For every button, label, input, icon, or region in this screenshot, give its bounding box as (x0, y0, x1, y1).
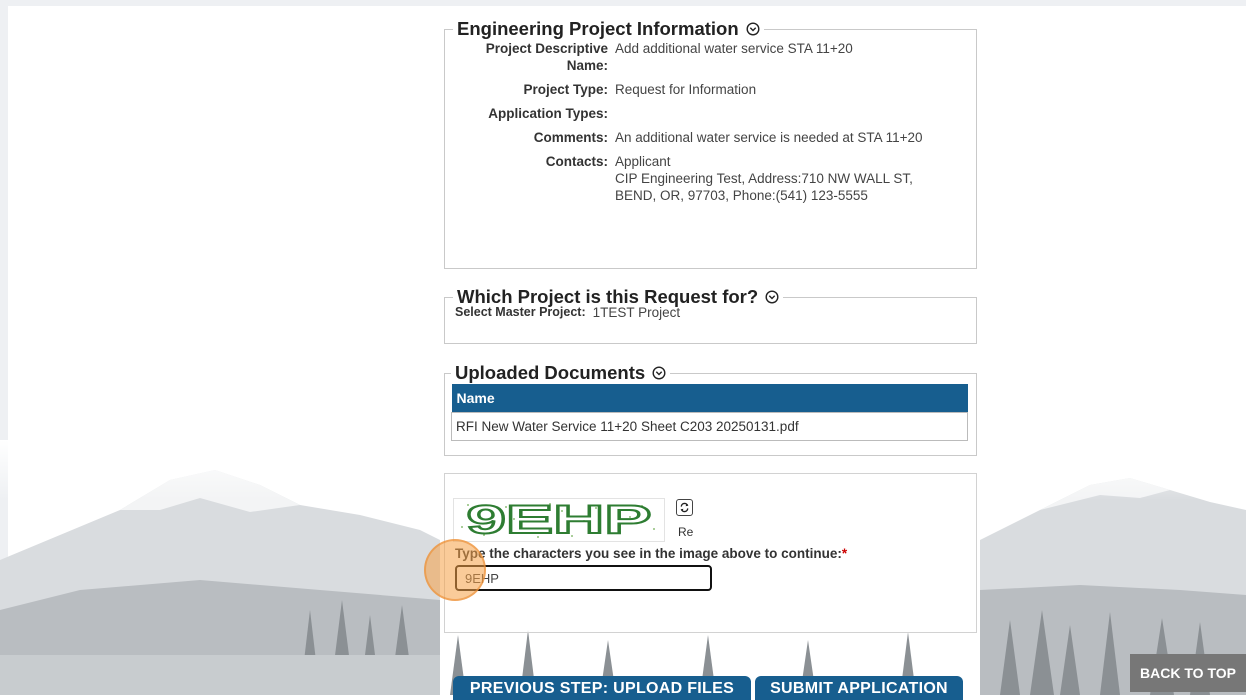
uploaded-documents-legend[interactable]: Uploaded Documents (451, 362, 670, 384)
captcha-refresh-label[interactable]: Re (678, 525, 693, 539)
field-label: Comments: (533, 130, 608, 145)
captcha-input[interactable] (455, 565, 712, 591)
field-label: Project Type: (523, 82, 608, 97)
contact-detail: CIP Engineering Test, Address:710 NW WAL… (615, 171, 913, 203)
field-contacts: Contacts: Applicant CIP Engineering Test… (455, 153, 966, 204)
back-to-top-button[interactable]: BACK TO TOP (1130, 654, 1246, 692)
field-master-project: Select Master Project: 1TEST Project (455, 304, 966, 321)
captcha-text: 9EHP (467, 498, 652, 542)
field-value: Request for Information (615, 82, 757, 97)
field-label: Select Master Project: (455, 305, 586, 319)
click-indicator (424, 539, 486, 601)
field-value (615, 105, 925, 122)
documents-table: Name RFI New Water Service 11+20 Sheet C… (451, 384, 968, 441)
document-name[interactable]: RFI New Water Service 11+20 Sheet C203 2… (451, 412, 968, 441)
collapse-chevron-icon[interactable] (765, 290, 779, 304)
contact-role: Applicant (615, 154, 671, 169)
field-label: Application Types: (488, 106, 608, 121)
field-application-types: Application Types: (455, 105, 966, 122)
captcha-image: 9EHP (453, 498, 665, 542)
field-project-type: Project Type: Request for Information (455, 81, 966, 98)
field-comments: Comments: An additional water service is… (455, 129, 966, 146)
captcha-refresh-button[interactable] (676, 499, 693, 516)
field-value: 1TEST Project (592, 305, 681, 320)
field-value: Add additional water service STA 11+20 (615, 41, 853, 56)
field-value: An additional water service is needed at… (615, 130, 923, 145)
collapse-chevron-icon[interactable] (652, 366, 666, 380)
engineering-project-legend[interactable]: Engineering Project Information (453, 18, 764, 40)
field-value: Applicant CIP Engineering Test, Address:… (615, 153, 925, 204)
captcha-prompt: Type the characters you see in the image… (455, 546, 847, 561)
field-label: Contacts: (545, 154, 608, 169)
table-row: RFI New Water Service 11+20 Sheet C203 2… (451, 412, 968, 441)
column-header-name[interactable]: Name (451, 384, 968, 413)
captcha-prompt-text: Type the characters you see in the image… (455, 546, 842, 561)
collapse-chevron-icon[interactable] (746, 22, 760, 36)
field-project-name: Project Descriptive Name: Add additional… (455, 40, 966, 74)
uploaded-documents-panel: Uploaded Documents Name RFI New Water Se… (444, 362, 977, 456)
uploaded-documents-title: Uploaded Documents (455, 362, 646, 383)
captcha-panel: 9EHP Re Type the characters you see in t… (444, 473, 977, 633)
engineering-project-title: Engineering Project Information (457, 18, 739, 39)
request-project-panel: Which Project is this Request for? Selec… (444, 286, 977, 344)
field-label: Project Descriptive Name: (485, 41, 608, 73)
submit-application-button[interactable]: SUBMIT APPLICATION (755, 676, 963, 700)
previous-step-button[interactable]: PREVIOUS STEP: UPLOAD FILES (453, 676, 751, 700)
refresh-icon (680, 502, 689, 513)
top-strip (0, 0, 1246, 6)
engineering-project-panel: Engineering Project Information Project … (444, 18, 977, 269)
required-marker: * (841, 546, 848, 561)
